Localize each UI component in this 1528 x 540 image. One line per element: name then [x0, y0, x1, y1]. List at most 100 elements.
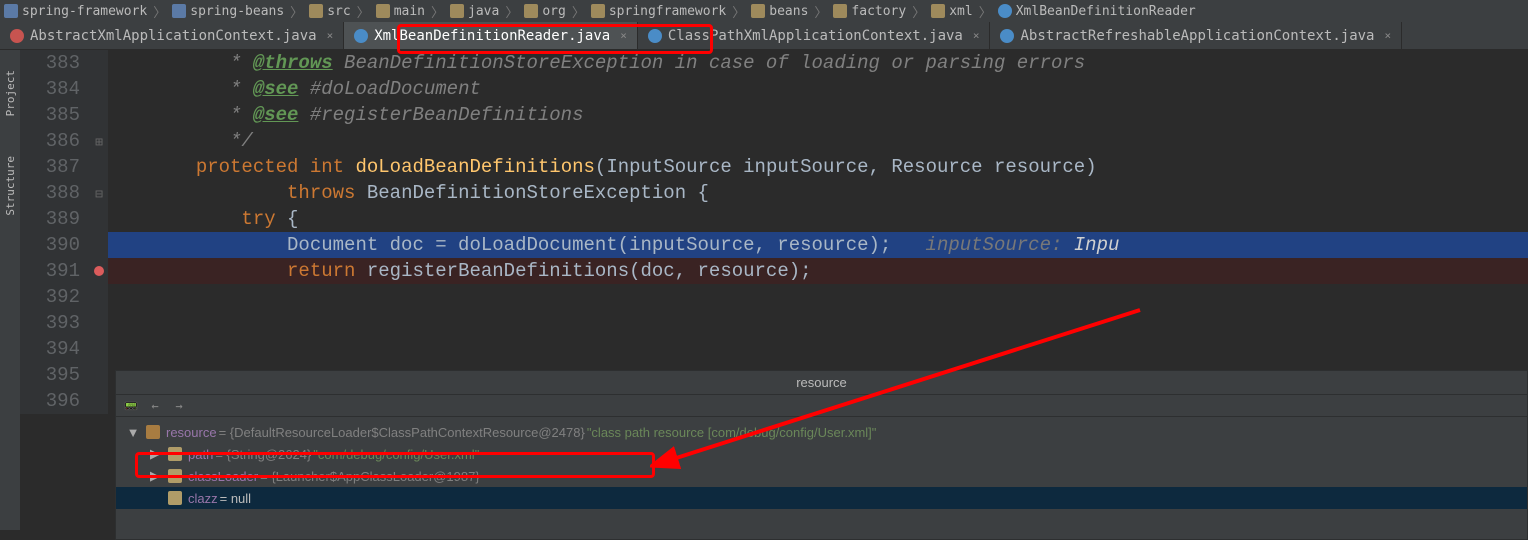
variable-row[interactable]: ▶path = {String@2624} "com/debug/config/…: [116, 443, 1527, 465]
field-icon: [168, 491, 182, 505]
code-line[interactable]: 388 ⊟ throws BeanDefinitionStoreException…: [20, 180, 1528, 206]
close-icon[interactable]: ×: [327, 29, 334, 42]
editor-tab[interactable]: AbstractRefreshableApplicationContext.ja…: [990, 22, 1402, 49]
breadcrumb-item[interactable]: xml: [931, 4, 972, 19]
code-line[interactable]: 387 protected int doLoadBeanDefinitions(…: [20, 154, 1528, 180]
line-number[interactable]: 393: [20, 310, 90, 336]
nav-back-icon[interactable]: ←: [148, 399, 162, 413]
editor-tab[interactable]: XmlBeanDefinitionReader.java×: [344, 22, 638, 49]
nav-forward-icon[interactable]: →: [172, 399, 186, 413]
code-editor[interactable]: 383 * @throws BeanDefinitionStoreExcepti…: [20, 50, 1528, 370]
code-content[interactable]: throws BeanDefinitionStoreException {: [108, 180, 1528, 206]
code-content[interactable]: [108, 336, 1528, 362]
structure-tool-button[interactable]: Structure: [4, 156, 17, 216]
code-line[interactable]: 394: [20, 336, 1528, 362]
code-content[interactable]: [108, 284, 1528, 310]
line-number[interactable]: 392: [20, 284, 90, 310]
code-content[interactable]: * @see #registerBeanDefinitions: [108, 102, 1528, 128]
breadcrumb-item[interactable]: main: [376, 4, 425, 19]
variable-row[interactable]: clazz = null: [116, 487, 1527, 509]
breadcrumb-item[interactable]: java: [450, 4, 499, 19]
expand-icon[interactable]: ▶: [148, 468, 162, 484]
evaluate-expression-icon[interactable]: 📟: [124, 399, 138, 413]
code-token: @see: [253, 104, 299, 126]
breadcrumb-item[interactable]: XmlBeanDefinitionReader: [998, 4, 1196, 19]
code-line[interactable]: 389 try {: [20, 206, 1528, 232]
gutter-mark[interactable]: [90, 258, 108, 284]
code-token: throws: [287, 182, 367, 204]
breadcrumb-item[interactable]: factory: [833, 4, 906, 19]
line-number[interactable]: 389: [20, 206, 90, 232]
breadcrumb-item[interactable]: spring-beans: [172, 4, 284, 19]
breadcrumb-separator: 〉: [431, 2, 444, 21]
line-number[interactable]: 395: [20, 362, 90, 388]
gutter-mark[interactable]: [90, 388, 108, 414]
gutter-mark[interactable]: [90, 206, 108, 232]
line-number[interactable]: 384: [20, 76, 90, 102]
breadcrumb-item[interactable]: beans: [751, 4, 808, 19]
editor-tab[interactable]: AbstractXmlApplicationContext.java×: [0, 22, 344, 49]
gutter-mark[interactable]: [90, 336, 108, 362]
close-icon[interactable]: ×: [620, 29, 627, 42]
code-content[interactable]: * @throws BeanDefinitionStoreException i…: [108, 50, 1528, 76]
code-token: *: [116, 78, 253, 100]
gutter-mark[interactable]: [90, 50, 108, 76]
line-number[interactable]: 394: [20, 336, 90, 362]
variable-row[interactable]: ▼resource = {DefaultResourceLoader$Class…: [116, 421, 1527, 443]
project-tool-button[interactable]: Project: [4, 70, 17, 116]
line-number[interactable]: 390: [20, 232, 90, 258]
gutter-mark[interactable]: [90, 362, 108, 388]
gutter-mark[interactable]: [90, 284, 108, 310]
fold-icon[interactable]: ⊟: [95, 187, 103, 202]
code-token: Inpu: [1074, 234, 1120, 256]
code-line[interactable]: 386 ⊞ */: [20, 128, 1528, 154]
gutter-mark[interactable]: [90, 76, 108, 102]
gutter-mark[interactable]: ⊞: [90, 128, 108, 154]
code-line[interactable]: 384 * @see #doLoadDocument: [20, 76, 1528, 102]
code-content[interactable]: Document doc = doLoadDocument(inputSourc…: [108, 232, 1528, 258]
breadcrumb-item[interactable]: springframework: [591, 4, 726, 19]
module-icon: [4, 4, 18, 18]
gutter-mark[interactable]: [90, 154, 108, 180]
code-content[interactable]: try {: [108, 206, 1528, 232]
expand-icon[interactable]: ▼: [126, 425, 140, 440]
breadcrumb-label: main: [394, 4, 425, 19]
line-number[interactable]: 385: [20, 102, 90, 128]
line-number[interactable]: 388: [20, 180, 90, 206]
breadcrumb-item[interactable]: org: [524, 4, 565, 19]
variable-value: "class path resource [com/debug/config/U…: [587, 425, 877, 440]
editor-tab[interactable]: ClassPathXmlApplicationContext.java×: [638, 22, 991, 49]
line-number[interactable]: 386: [20, 128, 90, 154]
breadcrumb-item[interactable]: src: [309, 4, 350, 19]
code-line[interactable]: 390 Document doc = doLoadDocument(inputS…: [20, 232, 1528, 258]
variable-type: = {DefaultResourceLoader$ClassPathContex…: [219, 425, 585, 440]
code-line[interactable]: 385 * @see #registerBeanDefinitions: [20, 102, 1528, 128]
gutter-mark[interactable]: [90, 310, 108, 336]
variable-tree[interactable]: ▼resource = {DefaultResourceLoader$Class…: [116, 417, 1527, 513]
gutter-mark[interactable]: ⊟: [90, 180, 108, 206]
fold-icon[interactable]: ⊞: [95, 135, 103, 150]
code-content[interactable]: * @see #doLoadDocument: [108, 76, 1528, 102]
java-class-icon: [10, 29, 24, 43]
variable-row[interactable]: ▶classLoader = {Launcher$AppClassLoader@…: [116, 465, 1527, 487]
code-content[interactable]: protected int doLoadBeanDefinitions(Inpu…: [108, 154, 1528, 180]
breakpoint-icon[interactable]: [94, 266, 104, 276]
breadcrumb-item[interactable]: spring-framework: [4, 4, 147, 19]
line-number[interactable]: 387: [20, 154, 90, 180]
close-icon[interactable]: ×: [1385, 29, 1392, 42]
code-content[interactable]: */: [108, 128, 1528, 154]
line-number[interactable]: 396: [20, 388, 90, 414]
code-line[interactable]: 383 * @throws BeanDefinitionStoreExcepti…: [20, 50, 1528, 76]
line-number[interactable]: 383: [20, 50, 90, 76]
close-icon[interactable]: ×: [973, 29, 980, 42]
line-number[interactable]: 391: [20, 258, 90, 284]
code-line[interactable]: 393: [20, 310, 1528, 336]
code-line[interactable]: 391 return registerBeanDefinitions(doc, …: [20, 258, 1528, 284]
debug-variables-panel: resource 📟 ← → ▼resource = {DefaultResou…: [115, 370, 1528, 540]
gutter-mark[interactable]: [90, 232, 108, 258]
expand-icon[interactable]: ▶: [148, 446, 162, 462]
code-line[interactable]: 392: [20, 284, 1528, 310]
code-content[interactable]: [108, 310, 1528, 336]
code-content[interactable]: return registerBeanDefinitions(doc, reso…: [108, 258, 1528, 284]
gutter-mark[interactable]: [90, 102, 108, 128]
